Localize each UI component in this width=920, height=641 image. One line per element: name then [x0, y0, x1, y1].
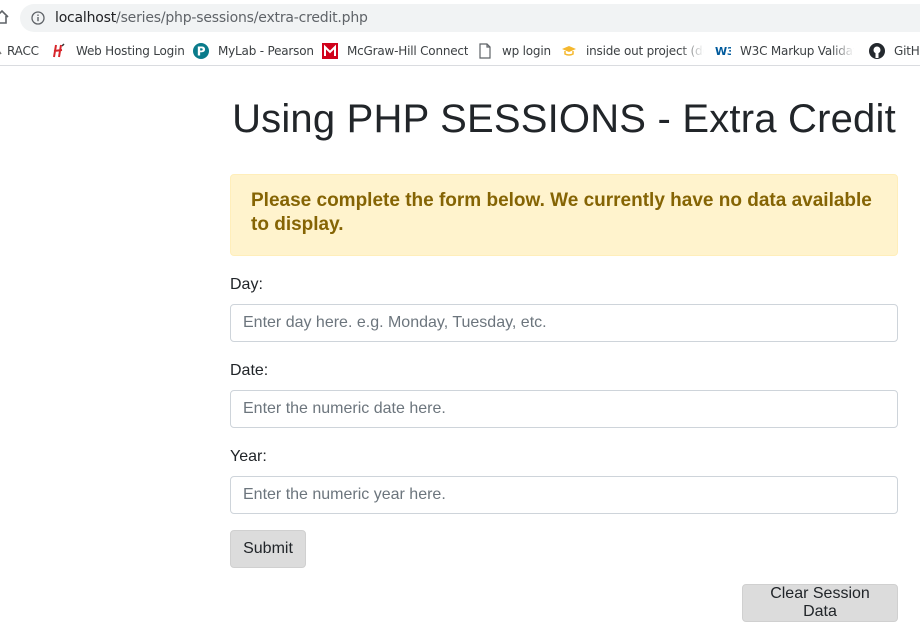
bookmark-mylab-pearson[interactable]: P MyLab - Pearson: [193, 36, 314, 66]
submit-button[interactable]: Submit: [230, 530, 306, 568]
bookmark-label: inside out project (de: [586, 44, 704, 58]
hostinger-icon: [53, 43, 65, 58]
browser-toolbar: localhost/series/php-sessions/extra-cred…: [0, 0, 920, 36]
bookmark-racc[interactable]: RACC: [0, 36, 39, 66]
bookmark-label: McGraw-Hill Connect: [347, 44, 469, 58]
bookmark-label: W3C Markup Validati: [740, 44, 854, 58]
date-label: Date:: [230, 362, 269, 379]
pearson-icon: P: [193, 43, 209, 59]
home-icon[interactable]: [0, 8, 10, 26]
bookmark-mcgraw-hill-connect[interactable]: McGraw-Hill Connect: [322, 36, 468, 66]
bookmark-web-hosting-login[interactable]: Web Hosting Login: [51, 36, 185, 66]
graduation-cap-icon: [562, 46, 576, 56]
clear-session-button[interactable]: Clear Session Data: [742, 584, 898, 622]
day-input[interactable]: [230, 304, 898, 342]
bookmark-w3c-validator[interactable]: W3 W3C Markup Validati: [715, 36, 854, 66]
day-label: Day:: [230, 276, 263, 293]
bookmark-inside-out-project[interactable]: inside out project (de: [561, 36, 704, 66]
url-text[interactable]: localhost/series/php-sessions/extra-cred…: [55, 10, 368, 26]
document-icon: [479, 43, 491, 59]
bookmark-github[interactable]: GitH: [869, 36, 920, 66]
svg-text:P: P: [197, 45, 206, 59]
bookmark-label: RACC: [7, 44, 39, 58]
year-label: Year:: [230, 448, 267, 465]
bookmark-label: MyLab - Pearson: [218, 44, 314, 58]
date-input[interactable]: [230, 390, 898, 428]
info-icon[interactable]: [31, 11, 45, 25]
svg-text:W3: W3: [715, 45, 731, 58]
bookmarks-bar: RACC Web Hosting Login P MyLab - Pearson…: [0, 36, 920, 66]
bookmark-wp-login[interactable]: wp login: [477, 36, 551, 66]
address-bar[interactable]: localhost/series/php-sessions/extra-cred…: [20, 4, 920, 32]
page-title: Using PHP SESSIONS - Extra Credit: [232, 97, 896, 141]
url-host: localhost: [55, 10, 117, 26]
bookmark-label: Web Hosting Login: [76, 44, 185, 58]
alert-message: Please complete the form below. We curre…: [251, 190, 872, 235]
bookmark-label: GitH: [894, 44, 920, 58]
w3c-icon: W3: [715, 45, 731, 58]
warning-alert: Please complete the form below. We curre…: [230, 174, 898, 256]
partial-icon: [0, 51, 2, 55]
url-path: /series/php-sessions/extra-credit.php: [116, 10, 368, 26]
year-input[interactable]: [230, 476, 898, 514]
mcgraw-hill-icon: [322, 43, 338, 59]
bookmark-label: wp login: [502, 44, 551, 58]
github-icon: [869, 43, 885, 59]
